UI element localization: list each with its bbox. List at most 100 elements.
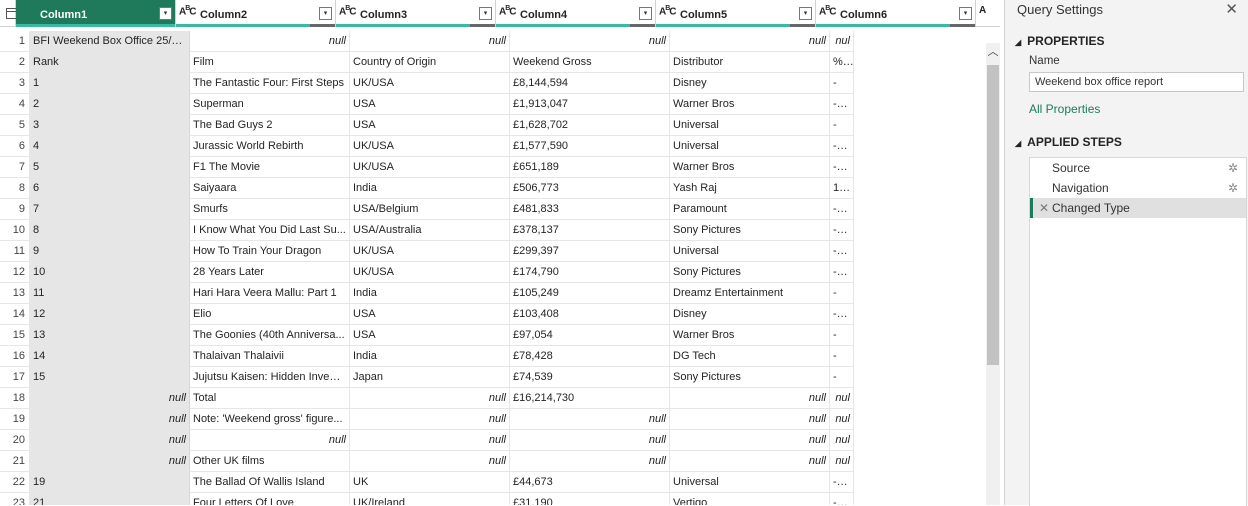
- table-cell[interactable]: DG Tech: [670, 346, 830, 367]
- table-cell[interactable]: -: [830, 73, 854, 94]
- table-cell[interactable]: 15: [30, 367, 190, 388]
- row-number[interactable]: 14: [0, 304, 30, 325]
- table-cell[interactable]: Distributor: [670, 52, 830, 73]
- row-number[interactable]: 17: [0, 367, 30, 388]
- table-cell[interactable]: Jurassic World Rebirth: [190, 136, 350, 157]
- table-cell[interactable]: Hari Hara Veera Mallu: Part 1: [190, 283, 350, 304]
- table-cell[interactable]: Four Letters Of Love: [190, 493, 350, 505]
- table-cell[interactable]: Superman: [190, 94, 350, 115]
- column-header-2[interactable]: ABC Column2 ▾: [176, 0, 336, 27]
- column-header-7[interactable]: A: [976, 0, 1000, 26]
- table-cell[interactable]: 161%: [830, 178, 854, 199]
- row-number[interactable]: 1: [0, 31, 30, 52]
- table-cell[interactable]: £8,144,594: [510, 73, 670, 94]
- step-changed-type[interactable]: ✕ Changed Type: [1030, 198, 1246, 218]
- row-number[interactable]: 22: [0, 472, 30, 493]
- table-cell[interactable]: Disney: [670, 73, 830, 94]
- table-cell[interactable]: null: [30, 409, 190, 430]
- filter-dropdown-icon[interactable]: ▾: [479, 7, 492, 20]
- table-cell[interactable]: USA: [350, 325, 510, 346]
- table-cell[interactable]: UK/USA: [350, 157, 510, 178]
- text-type-icon[interactable]: ABC: [339, 5, 357, 17]
- table-cell[interactable]: nul: [830, 409, 854, 430]
- table-cell[interactable]: The Bad Guys 2: [190, 115, 350, 136]
- table-cell[interactable]: 10: [30, 262, 190, 283]
- table-cell[interactable]: 1: [30, 73, 190, 94]
- close-icon[interactable]: ✕: [1225, 0, 1238, 18]
- table-cell[interactable]: null: [350, 451, 510, 472]
- table-cell[interactable]: UK: [350, 472, 510, 493]
- table-cell[interactable]: null: [510, 430, 670, 451]
- table-cell[interactable]: USA: [350, 94, 510, 115]
- table-cell[interactable]: Universal: [670, 115, 830, 136]
- text-type-icon[interactable]: ABC: [659, 5, 677, 17]
- table-cell[interactable]: 6: [30, 178, 190, 199]
- table-cell[interactable]: -: [830, 367, 854, 388]
- row-number[interactable]: 21: [0, 451, 30, 472]
- filter-dropdown-icon[interactable]: ▾: [319, 7, 332, 20]
- table-cell[interactable]: £78,428: [510, 346, 670, 367]
- table-cell[interactable]: £103,408: [510, 304, 670, 325]
- table-cell[interactable]: Sony Pictures: [670, 367, 830, 388]
- vertical-scrollbar[interactable]: ︿: [986, 43, 1000, 505]
- table-cell[interactable]: UK/USA: [350, 241, 510, 262]
- table-cell[interactable]: Universal: [670, 241, 830, 262]
- table-cell[interactable]: £97,054: [510, 325, 670, 346]
- table-cell[interactable]: null: [30, 388, 190, 409]
- table-cell[interactable]: 5: [30, 157, 190, 178]
- table-cell[interactable]: 21: [30, 493, 190, 505]
- table-cell[interactable]: Disney: [670, 304, 830, 325]
- column-header-3[interactable]: ABC Column3 ▾: [336, 0, 496, 27]
- table-cell[interactable]: The Fantastic Four: First Steps: [190, 73, 350, 94]
- column-header-5[interactable]: ABC Column5 ▾: [656, 0, 816, 27]
- table-cell[interactable]: USA: [350, 304, 510, 325]
- table-cell[interactable]: 13: [30, 325, 190, 346]
- text-type-icon[interactable]: ABC: [179, 5, 197, 17]
- table-cell[interactable]: null: [670, 451, 830, 472]
- row-number[interactable]: 10: [0, 220, 30, 241]
- table-cell[interactable]: -: [830, 325, 854, 346]
- table-cell[interactable]: USA/Belgium: [350, 199, 510, 220]
- table-cell[interactable]: 12: [30, 304, 190, 325]
- table-cell[interactable]: USA: [350, 115, 510, 136]
- delete-step-icon[interactable]: ✕: [1039, 198, 1049, 218]
- table-cell[interactable]: null: [350, 388, 510, 409]
- table-cell[interactable]: £74,539: [510, 367, 670, 388]
- table-cell[interactable]: null: [510, 31, 670, 52]
- table-cell[interactable]: £44,673: [510, 472, 670, 493]
- row-number[interactable]: 5: [0, 115, 30, 136]
- table-cell[interactable]: Japan: [350, 367, 510, 388]
- table-cell[interactable]: Sony Pictures: [670, 220, 830, 241]
- table-cell[interactable]: The Ballad Of Wallis Island: [190, 472, 350, 493]
- filter-dropdown-icon[interactable]: ▾: [959, 7, 972, 20]
- table-cell[interactable]: Warner Bros: [670, 94, 830, 115]
- table-cell[interactable]: UK/USA: [350, 136, 510, 157]
- table-cell[interactable]: £481,833: [510, 199, 670, 220]
- row-number[interactable]: 19: [0, 409, 30, 430]
- table-cell[interactable]: Paramount: [670, 199, 830, 220]
- step-source[interactable]: Source ✲: [1030, 158, 1246, 178]
- table-cell[interactable]: Smurfs: [190, 199, 350, 220]
- table-cell[interactable]: 28 Years Later: [190, 262, 350, 283]
- table-cell[interactable]: India: [350, 283, 510, 304]
- step-navigation[interactable]: Navigation ✲: [1030, 178, 1246, 198]
- table-cell[interactable]: -56%: [830, 241, 854, 262]
- filter-dropdown-icon[interactable]: ▾: [799, 7, 812, 20]
- row-number[interactable]: 7: [0, 157, 30, 178]
- table-cell[interactable]: Jujutsu Kaisen: Hidden Invent...: [190, 367, 350, 388]
- text-type-icon[interactable]: ABC: [819, 5, 837, 17]
- table-cell[interactable]: £651,189: [510, 157, 670, 178]
- row-number[interactable]: 6: [0, 136, 30, 157]
- properties-section[interactable]: ◢ PROPERTIES: [1015, 34, 1105, 48]
- column-header-4[interactable]: ABC Column4 ▾: [496, 0, 656, 27]
- table-cell[interactable]: null: [510, 451, 670, 472]
- table-cell[interactable]: 9: [30, 241, 190, 262]
- table-cell[interactable]: Elio: [190, 304, 350, 325]
- table-cell[interactable]: nul: [830, 451, 854, 472]
- table-cell[interactable]: 14: [30, 346, 190, 367]
- text-type-icon[interactable]: ABC: [19, 5, 37, 17]
- applied-steps-section[interactable]: ◢ APPLIED STEPS: [1015, 135, 1122, 149]
- table-cell[interactable]: 19: [30, 472, 190, 493]
- table-cell[interactable]: -60%: [830, 262, 854, 283]
- row-number[interactable]: 4: [0, 94, 30, 115]
